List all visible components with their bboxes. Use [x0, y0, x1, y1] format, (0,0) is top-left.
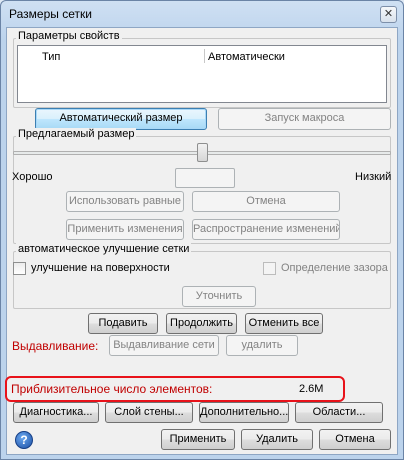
- title-bar[interactable]: Размеры сетки ✕: [1, 1, 403, 29]
- wall-layer-button[interactable]: Слой стены...: [105, 402, 193, 423]
- column-divider: [204, 49, 205, 63]
- property-value-type[interactable]: Автоматически: [208, 51, 285, 63]
- slider-coarse-label: Низкий: [355, 171, 392, 183]
- advanced-button[interactable]: Дополнительно...: [199, 402, 289, 423]
- suppress-button[interactable]: Подавить: [88, 313, 158, 334]
- dialog-client-area: Параметры свойств Тип Автоматически Авто…: [5, 27, 398, 455]
- surface-improvement-label: улучшение на поверхности: [31, 262, 170, 274]
- refine-button[interactable]: Уточнить: [182, 286, 256, 307]
- auto-improve-group-label: автоматическое улучшение сетки: [16, 243, 192, 255]
- property-name-type: Тип: [42, 51, 61, 63]
- size-cancel-button[interactable]: Отмена: [192, 191, 340, 212]
- apply-changes-button[interactable]: Применить изменения: [66, 219, 184, 240]
- run-macro-button[interactable]: Запуск макроса: [218, 108, 391, 130]
- regions-button[interactable]: Области...: [295, 402, 383, 423]
- gap-detection-label: Определение зазора: [281, 262, 388, 274]
- apply-button[interactable]: Применить: [161, 429, 235, 450]
- auto-size-button[interactable]: Автоматический размер: [35, 108, 207, 130]
- delete-button[interactable]: Удалить: [241, 429, 313, 450]
- window-title: Размеры сетки: [9, 7, 92, 21]
- use-equal-button[interactable]: Использовать равные: [66, 191, 184, 212]
- diagnostics-button[interactable]: Диагностика...: [13, 402, 99, 423]
- slider-fine-label: Хорошо: [12, 171, 53, 183]
- properties-group-label: Параметры свойств: [16, 30, 122, 42]
- help-icon[interactable]: ?: [15, 431, 33, 449]
- extrude-mesh-button[interactable]: Выдавливание сети: [109, 335, 219, 356]
- extrusion-delete-button[interactable]: удалить: [226, 335, 298, 356]
- element-count-label: Приблизительное число элементов:: [11, 382, 213, 396]
- mesh-sizing-window: Размеры сетки ✕ Параметры свойств Тип Ав…: [0, 0, 404, 460]
- close-icon[interactable]: ✕: [380, 6, 397, 23]
- undo-all-button[interactable]: Отменить все: [245, 313, 323, 334]
- size-value-box[interactable]: [175, 168, 235, 188]
- properties-list[interactable]: Тип Автоматически: [17, 45, 387, 103]
- element-count-value: 2.6M: [299, 383, 324, 395]
- extrusion-label: Выдавливание:: [12, 339, 99, 353]
- surface-improvement-checkbox[interactable]: [13, 262, 26, 275]
- resume-button[interactable]: Продолжить: [166, 313, 237, 334]
- suggested-size-group-label: Предлагаемый размер: [16, 128, 137, 140]
- gap-detection-checkbox[interactable]: [263, 262, 276, 275]
- size-slider-thumb[interactable]: [196, 143, 208, 162]
- cancel-button[interactable]: Отмена: [319, 429, 391, 450]
- propagate-changes-button[interactable]: Распространение изменений: [192, 219, 340, 240]
